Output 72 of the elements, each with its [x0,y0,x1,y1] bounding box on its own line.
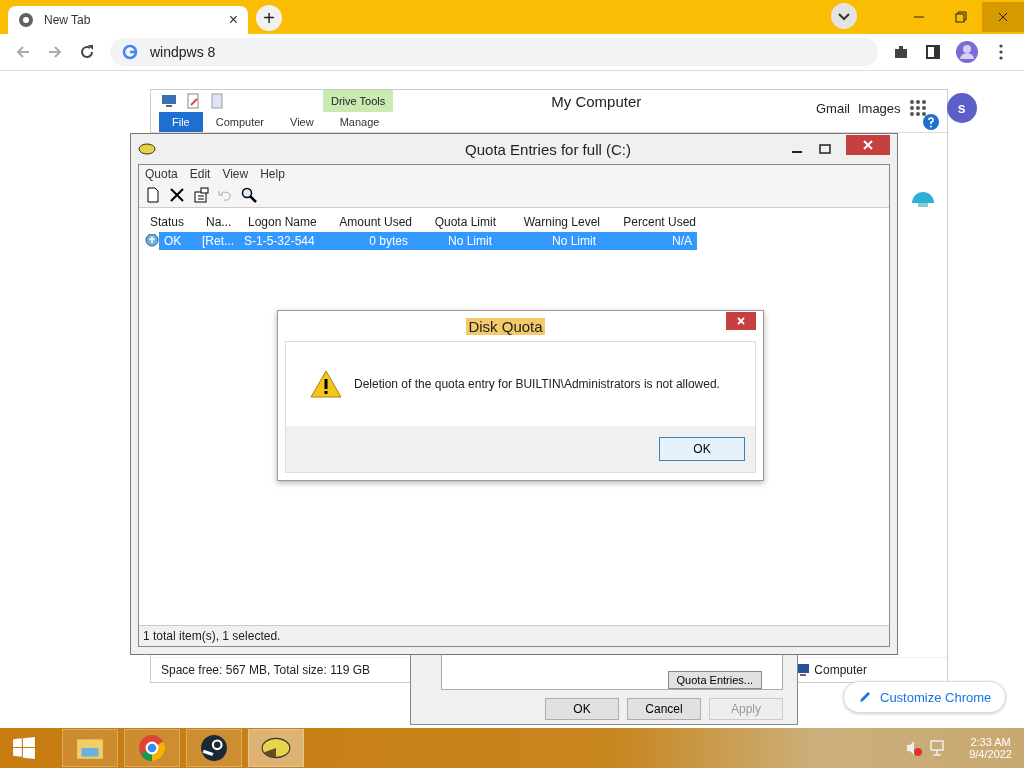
steam-taskbar-icon[interactable] [186,729,242,767]
column-header[interactable]: Warning Level [501,215,605,229]
help-icon[interactable] [923,114,939,130]
ribbon-tab[interactable]: Computer [202,112,278,132]
close-icon[interactable] [846,135,890,155]
properties-icon[interactable] [193,187,209,203]
status-text: Space free: 567 MB, Total size: 119 GB [161,663,370,677]
tab-search-icon[interactable] [830,2,858,30]
drive-tools-label: Drive Tools [323,90,394,112]
new-tab-button[interactable]: + [256,5,282,31]
pencil-icon [858,690,872,704]
customize-chrome-button[interactable]: Customize Chrome [843,681,1007,713]
column-header[interactable]: Quota Limit [417,215,501,229]
ribbon-tab[interactable]: File [159,112,203,132]
menu-item[interactable]: View [222,167,249,181]
ribbon-tab[interactable]: View [277,112,327,132]
chrome-icon [18,12,34,28]
disk-icon [138,140,156,158]
search-icon[interactable] [241,187,257,203]
new-document-icon[interactable] [145,187,161,203]
disk-quota-taskbar-icon[interactable] [248,729,304,767]
address-bar[interactable]: windpws 8 [110,38,878,66]
reload-icon[interactable] [78,43,96,61]
table-cell-text: 0 bytes [368,234,409,248]
tab-title: New Tab [44,13,92,27]
column-header[interactable]: Na... [201,215,243,229]
computer-icon [161,93,177,109]
column-header[interactable]: Status [145,215,201,229]
ok-button[interactable]: OK [659,437,745,461]
column-header[interactable]: Percent Used [605,215,701,229]
clock-date: 9/4/2022 [969,748,1012,760]
delete-icon[interactable] [169,187,185,203]
gmail-link[interactable]: Gmail [816,100,850,116]
restore-icon[interactable] [954,10,968,24]
close-icon[interactable] [726,312,756,330]
column-header[interactable]: Amount Used [333,215,417,229]
table-cell-text: [Ret... [201,234,235,248]
dialog-button[interactable]: OK [545,698,619,720]
status-text: 1 total item(s), 1 selected. [143,629,281,643]
dialog-button[interactable]: Cancel [627,698,701,720]
start-icon[interactable] [12,736,36,760]
profile-icon[interactable] [956,41,978,63]
menu-item[interactable]: Quota [145,167,178,181]
location-text: Computer [814,663,867,677]
menu-item[interactable]: Edit [189,167,211,181]
table-cell-text: S-1-5-32-544 [243,234,316,248]
table-cell-text: No Limit [447,234,493,248]
muted-speaker-icon[interactable] [905,739,924,757]
browser-tab[interactable]: New Tab × [8,6,248,34]
table-cell-text: N/A [671,234,693,248]
ribbon-tab[interactable]: Manage [326,112,393,132]
account-avatar[interactable]: s [946,93,977,123]
maximize-icon[interactable] [818,142,832,156]
dialog-title: Disk Quota [466,317,545,335]
side-panel-icon[interactable] [924,43,942,61]
table-cell-text: No Limit [551,234,597,248]
table-cell-text: OK [163,234,183,248]
warning-icon [310,370,342,398]
images-link[interactable]: Images [857,100,901,116]
computer-icon [796,663,811,677]
google-icon [122,44,138,60]
address-text: windpws 8 [150,44,216,60]
window-title: My Computer [551,92,642,110]
chrome-taskbar-icon[interactable] [124,729,180,767]
apps-grid-icon[interactable] [908,99,927,117]
status-ok-icon [145,234,159,248]
quota-entries-button[interactable]: Quota Entries... [667,671,762,689]
message-text: Deletion of the quota entry for BUILTIN\Administrators is not allowed. [354,377,720,391]
column-header[interactable]: Logon Name [243,215,333,229]
menu-item[interactable]: Help [260,167,285,181]
close-tab-button[interactable]: × [228,11,238,29]
clock-time: 2:33 AM [970,736,1011,748]
